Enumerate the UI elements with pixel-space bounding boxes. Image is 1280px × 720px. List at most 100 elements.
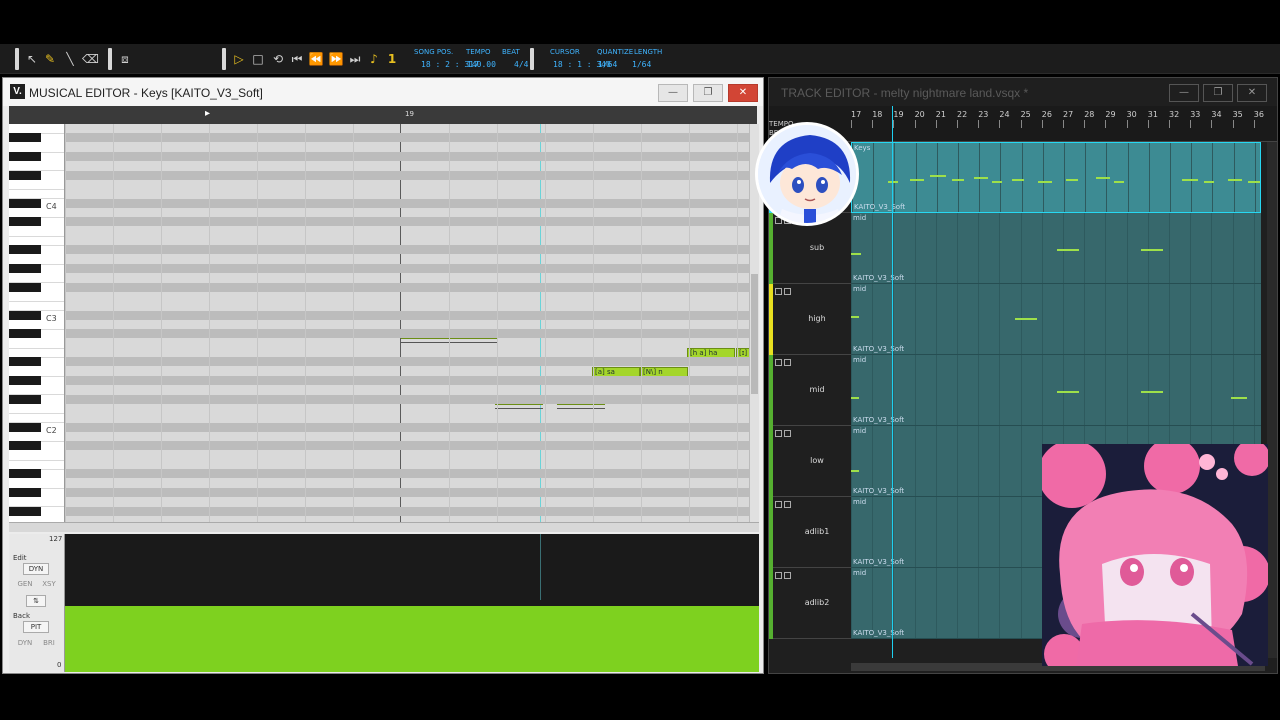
black-key[interactable] (9, 357, 41, 367)
vertical-scroll-thumb[interactable] (751, 274, 758, 394)
mute-button[interactable] (775, 359, 782, 366)
lane-grid-line (1148, 143, 1150, 212)
musical-editor-titlebar[interactable]: V. MUSICAL EDITOR - Keys [KAITO_V3_Soft]… (3, 78, 763, 106)
eraser-icon[interactable]: ⌫ (82, 51, 99, 67)
xsy-button[interactable]: XSY (39, 579, 59, 590)
edit-param-select[interactable]: DYN (23, 563, 49, 575)
back-param-select[interactable]: PIT (23, 621, 49, 633)
minimize-button[interactable]: — (658, 84, 688, 102)
black-key[interactable] (9, 506, 41, 516)
track-close-button[interactable]: ✕ (1237, 84, 1267, 102)
track-ruler-tick (935, 120, 937, 128)
black-key[interactable] (9, 469, 41, 479)
toolbar-grip-3[interactable] (222, 48, 226, 70)
black-key-row (65, 469, 749, 479)
metronome-beat-icon[interactable]: 1 (384, 51, 400, 67)
parameter-graph[interactable] (65, 534, 759, 672)
track-ruler[interactable]: TEMPO BEAT 17181920212223242526272829303… (769, 106, 1277, 142)
black-key[interactable] (9, 198, 41, 208)
pencil-icon[interactable]: ✎ (42, 51, 58, 67)
metronome-icon[interactable]: ♪ (366, 51, 382, 67)
play-icon[interactable]: ▷ (231, 51, 247, 67)
track-header[interactable]: adlib2 (769, 568, 851, 639)
swap-params-icon[interactable]: ⇅ (26, 595, 46, 607)
tempo-value[interactable]: 140.00 (467, 60, 496, 69)
vocaloid-logo-icon: V. (10, 84, 25, 99)
beat-value[interactable]: 4/4 (514, 60, 528, 69)
length-select[interactable]: 1/64 (632, 60, 651, 69)
score-icon[interactable]: ⧈ (117, 51, 133, 67)
track-header[interactable]: high (769, 284, 851, 355)
pitch-curve (401, 339, 449, 344)
loop-icon[interactable]: ⟲ (270, 51, 286, 67)
piano-roll-ruler[interactable]: 19 ▸ (9, 106, 757, 124)
solo-button[interactable] (784, 430, 791, 437)
maximize-button[interactable]: ❐ (693, 84, 723, 102)
toolbar-grip-4[interactable] (530, 48, 534, 70)
black-key[interactable] (9, 441, 41, 451)
stop-icon[interactable]: □ (250, 51, 266, 67)
quantize-select[interactable]: 1/64 (598, 60, 617, 69)
black-key[interactable] (9, 133, 41, 143)
black-key[interactable] (9, 422, 41, 432)
solo-button[interactable] (784, 359, 791, 366)
track-part-lane[interactable]: mid KAITO_V3_Soft (851, 213, 1261, 284)
track-editor-titlebar[interactable]: TRACK EDITOR - melty nightmare land.vsqx… (769, 78, 1277, 106)
black-key[interactable] (9, 375, 41, 385)
track-ruler-measure: 34 (1211, 110, 1222, 119)
track-part-lane[interactable]: Keys KAITO_V3_Soft (851, 142, 1261, 213)
rewind-start-icon[interactable]: ⏮ (289, 51, 305, 67)
track-maximize-button[interactable]: ❐ (1203, 84, 1233, 102)
black-key[interactable] (9, 263, 41, 273)
track-header[interactable]: mid (769, 355, 851, 426)
forward-end-icon[interactable]: ⏭ (347, 51, 363, 67)
lane-grid-line (1063, 284, 1064, 354)
mute-button[interactable] (775, 572, 782, 579)
pointer-icon[interactable]: ↖ (24, 51, 40, 67)
track-part-lane[interactable]: mid KAITO_V3_Soft (851, 355, 1261, 426)
piano-roll-horizontal-scrollbar[interactable] (9, 522, 759, 532)
track-name: high (808, 314, 826, 323)
black-key[interactable] (9, 217, 41, 227)
black-key[interactable] (9, 329, 41, 339)
black-key[interactable] (9, 282, 41, 292)
track-part-lane[interactable]: mid KAITO_V3_Soft (851, 284, 1261, 355)
black-key[interactable] (9, 394, 41, 404)
solo-button[interactable] (784, 501, 791, 508)
lane-grid-line (1084, 213, 1086, 283)
mute-button[interactable] (775, 501, 782, 508)
solo-button[interactable] (784, 288, 791, 295)
solo-button[interactable] (784, 572, 791, 579)
part-note (1231, 397, 1247, 399)
black-key[interactable] (9, 245, 41, 255)
pitch-curve (495, 405, 543, 409)
piano-roll-grid[interactable]: [w a] wa[n] n[h a] ha[ɪ][a] sa[N\] n[ts … (65, 124, 749, 522)
black-key[interactable] (9, 170, 41, 180)
close-button[interactable]: ✕ (728, 84, 758, 102)
gen-button[interactable]: GEN (15, 579, 35, 590)
track-header[interactable]: adlib1 (769, 497, 851, 568)
black-key[interactable] (9, 310, 41, 320)
piano-keyboard[interactable]: C4 C3 C2 (9, 124, 65, 522)
line-icon[interactable]: ╲ (62, 51, 78, 67)
toolbar-grip-2[interactable] (108, 48, 112, 70)
black-key[interactable] (9, 151, 41, 161)
track-header[interactable]: low (769, 426, 851, 497)
playhead-marker-icon[interactable]: ▸ (205, 108, 210, 119)
lane-grid-line (1191, 143, 1193, 212)
part-note (1012, 179, 1024, 181)
rewind-icon[interactable]: ⏪ (308, 51, 324, 67)
dyn-button[interactable]: DYN (15, 638, 35, 649)
mute-button[interactable] (775, 288, 782, 295)
black-key-row (65, 394, 749, 404)
track-minimize-button[interactable]: — (1169, 84, 1199, 102)
mute-button[interactable] (775, 430, 782, 437)
lane-grid-line (1126, 355, 1128, 425)
white-key-divider (9, 347, 64, 349)
track-vertical-scrollbar[interactable] (1267, 142, 1277, 658)
black-key[interactable] (9, 487, 41, 497)
track-ruler-measure: 35 (1232, 110, 1243, 119)
toolbar-grip[interactable] (15, 48, 19, 70)
bri-button[interactable]: BRI (39, 638, 59, 649)
forward-icon[interactable]: ⏩ (328, 51, 344, 67)
